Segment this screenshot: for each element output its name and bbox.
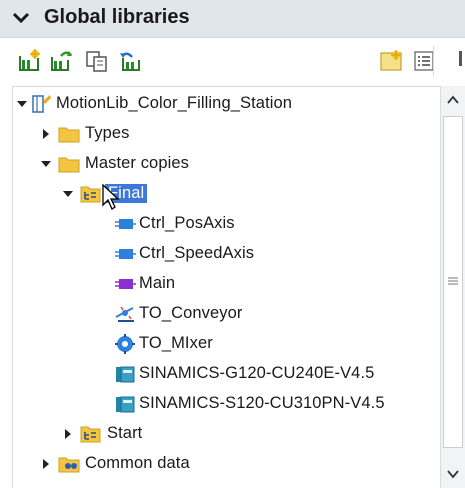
tree-label-main: Main: [139, 274, 176, 292]
library-book-icon: [29, 93, 53, 115]
scroll-up-icon[interactable]: [445, 92, 461, 108]
tree-label-library: MotionLib_Color_Filling_Station: [56, 94, 293, 112]
library-toolbar: [0, 38, 465, 84]
expanded-arrow-icon[interactable]: [39, 157, 53, 171]
function-block-icon: [113, 213, 137, 235]
chevron-down-icon[interactable]: [12, 9, 30, 27]
master-copy-folder-icon: [79, 423, 103, 445]
drive-device-icon: [113, 363, 137, 385]
tree-label-to-conveyor: TO_Conveyor: [139, 304, 243, 322]
expanded-arrow-icon[interactable]: [61, 187, 75, 201]
organization-block-icon: [113, 273, 137, 295]
tree-label-sinamics-s120: SINAMICS-S120-CU310PN-V4.5: [139, 394, 385, 412]
tree-label-ctrl-posaxis: Ctrl_PosAxis: [139, 214, 235, 232]
expanded-arrow-icon[interactable]: [15, 97, 29, 111]
scroll-down-icon[interactable]: [445, 466, 461, 482]
library-tree: MotionLib_Color_Filling_Station Types Ma…: [12, 86, 462, 488]
tree-label-ctrl-speedaxis: Ctrl_SpeedAxis: [139, 244, 255, 262]
scroll-grip-icon: [448, 277, 458, 285]
tree-label-master-copies: Master copies: [85, 154, 190, 172]
folder-icon: [57, 153, 81, 175]
panel-title: Global libraries: [44, 6, 190, 28]
toolbar-overflow-handle[interactable]: [459, 51, 462, 66]
function-block-icon: [113, 243, 137, 265]
common-data-folder-icon: [57, 453, 81, 475]
vertical-scrollbar[interactable]: [440, 86, 465, 488]
collapsed-arrow-icon[interactable]: [39, 457, 53, 471]
collapsed-arrow-icon[interactable]: [39, 127, 53, 141]
collapsed-arrow-icon[interactable]: [61, 427, 75, 441]
library-view-icon[interactable]: [378, 48, 404, 74]
tree-label-sinamics-g120: SINAMICS-G120-CU240E-V4.5: [139, 364, 375, 382]
mouse-pointer-icon: [102, 183, 120, 210]
drive-device-icon: [113, 393, 137, 415]
tree-label-common-data: Common data: [85, 454, 190, 472]
scrollbar-thumb[interactable]: [443, 116, 463, 448]
tree-label-types: Types: [85, 124, 130, 142]
save-library-icon[interactable]: [84, 48, 110, 74]
folder-icon: [57, 123, 81, 145]
new-library-icon[interactable]: [16, 48, 42, 74]
tree-label-start: Start: [107, 424, 143, 442]
open-library-icon[interactable]: [48, 48, 74, 74]
technology-object-speed-icon: [113, 333, 137, 355]
update-library-icon[interactable]: [118, 48, 144, 74]
master-copy-folder-icon: [79, 183, 103, 205]
panel-header[interactable]: Global libraries: [0, 0, 465, 38]
technology-object-axis-icon: [113, 303, 137, 325]
tree-label-to-mixer: TO_MIxer: [139, 334, 213, 352]
toolbar-separator: [433, 46, 434, 76]
